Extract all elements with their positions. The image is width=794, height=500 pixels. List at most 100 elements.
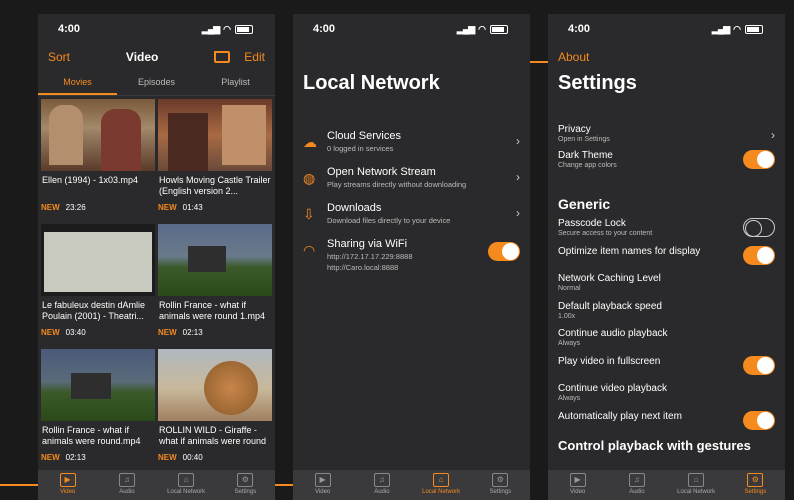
open-network-stream-row[interactable]: ◍ Open Network Stream Play streams direc… xyxy=(293,166,530,202)
new-badge: NEW xyxy=(158,328,177,337)
settings-row[interactable]: Continue audio playback Always xyxy=(548,328,785,356)
video-grid: Ellen (1994) - 1x03.mp4 NEW 23:26 Howls M… xyxy=(38,99,275,474)
gear-icon: ⚙ xyxy=(237,473,254,487)
tab-video[interactable]: ▶ Video xyxy=(38,470,97,500)
tab-audio[interactable]: ♫ Audio xyxy=(607,470,666,500)
edit-button[interactable]: Edit xyxy=(244,50,265,64)
settings-row[interactable]: Automatically play next item xyxy=(548,410,785,439)
row-title: Downloads xyxy=(327,202,382,214)
tab-playlist[interactable]: Playlist xyxy=(196,70,275,95)
tab-local-network[interactable]: ⌂ Local Network xyxy=(667,470,726,500)
sharing-wifi-row: ◠ Sharing via WiFi http://172.17.17.229:… xyxy=(293,238,530,282)
row-title: Continue audio playback xyxy=(558,328,668,339)
status-time: 4:00 xyxy=(313,23,336,35)
tab-label: Video xyxy=(570,489,586,495)
settings-row[interactable]: Continue video playback Always xyxy=(548,383,785,411)
row-subtitle: Secure access to your content xyxy=(558,230,653,237)
video-navbar: Sort Video Edit xyxy=(38,44,275,70)
video-title: Howls Moving Castle Trailer (English ver… xyxy=(159,175,271,196)
house-icon: ⌂ xyxy=(178,473,195,487)
page-title: Local Network xyxy=(303,72,440,94)
video-item[interactable]: Rollin France - what if animals were rou… xyxy=(41,349,155,474)
tab-movies[interactable]: Movies xyxy=(38,70,117,95)
new-badge: NEW xyxy=(41,203,60,212)
video-item[interactable]: Rollin France - what if animals were rou… xyxy=(158,224,272,349)
battery-icon xyxy=(490,24,508,34)
sort-button[interactable]: Sort xyxy=(48,50,70,64)
downloads-row[interactable]: ⇩ Downloads Download files directly to y… xyxy=(293,202,530,238)
signal-icon: ▂▄▆ xyxy=(456,23,475,34)
settings-row[interactable]: Default playback speed 1.00x xyxy=(548,301,785,329)
tab-audio[interactable]: ♫ Audio xyxy=(97,470,156,500)
battery-icon xyxy=(745,24,763,34)
tab-bar: ▶ Video ♫ Audio ⌂ Local Network ⚙ Settings xyxy=(38,470,275,500)
section-cutoff: Control playback with gestures xyxy=(558,438,751,453)
setting-toggle[interactable] xyxy=(743,218,775,237)
video-thumbnail xyxy=(41,349,155,421)
video-item[interactable]: Ellen (1994) - 1x03.mp4 NEW 23:26 xyxy=(41,99,155,224)
page-title: Video xyxy=(125,50,159,64)
chevron-right-icon: › xyxy=(516,206,520,220)
chevron-right-icon: › xyxy=(516,134,520,148)
video-thumbnail xyxy=(158,349,272,421)
dark-theme-toggle[interactable] xyxy=(743,150,775,169)
tab-settings[interactable]: ⚙ Settings xyxy=(216,470,275,500)
sharing-toggle[interactable] xyxy=(488,242,520,261)
signal-icon: ▂▄▆ xyxy=(711,23,730,34)
about-button[interactable]: About xyxy=(548,44,785,66)
gear-icon: ⚙ xyxy=(492,473,509,487)
setting-toggle[interactable] xyxy=(743,410,775,430)
cast-icon[interactable] xyxy=(214,51,231,63)
video-title: Rollin France - what if animals were rou… xyxy=(159,300,266,321)
row-subtitle: Always xyxy=(558,395,581,402)
tab-label: Audio xyxy=(374,489,390,495)
video-title: Ellen (1994) - 1x03.mp4 xyxy=(42,175,139,185)
row-subtitle: Change app colors xyxy=(558,162,617,169)
video-item[interactable]: Howls Moving Castle Trailer (English ver… xyxy=(158,99,272,224)
signal-icon: ▂▄▆ xyxy=(201,23,220,34)
tab-bar: ▶ Video ♫ Audio ⌂ Local Network ⚙ Settings xyxy=(293,470,530,500)
row-subtitle: Always xyxy=(558,340,581,347)
video-duration: 23:26 xyxy=(65,203,86,212)
tab-settings[interactable]: ⚙ Settings xyxy=(726,470,785,500)
wifi-icon: ◠ xyxy=(478,23,486,34)
tab-label: Settings xyxy=(234,489,257,495)
tab-label: Local Network xyxy=(677,489,716,495)
row-subtitle: Play streams directly without downloadin… xyxy=(327,180,467,189)
cloud-services-row[interactable]: ☁ Cloud Services 0 logged in services › xyxy=(293,130,530,166)
privacy-row[interactable]: Privacy Open in Settings › xyxy=(548,124,785,150)
tab-local-network[interactable]: ⌂ Local Network xyxy=(412,470,471,500)
sharing-url: http://Caro.local:8888 xyxy=(327,263,399,272)
video-title: ROLLIN WILD - Giraffe - what if animals … xyxy=(159,425,267,446)
tab-audio[interactable]: ♫ Audio xyxy=(352,470,411,500)
video-thumbnail xyxy=(158,224,272,296)
settings-row[interactable]: Network Caching Level Normal xyxy=(548,273,785,301)
new-badge: NEW xyxy=(41,453,60,462)
setting-toggle[interactable] xyxy=(743,245,775,265)
tab-episodes[interactable]: Episodes xyxy=(117,70,196,95)
settings-row[interactable]: Play video in fullscreen xyxy=(548,355,785,384)
status-bar: 4:00 ▂▄▆ ◠ xyxy=(38,14,275,44)
video-item[interactable]: ROLLIN WILD - Giraffe - what if animals … xyxy=(158,349,272,474)
row-title: Cloud Services xyxy=(327,130,401,142)
music-icon: ♫ xyxy=(118,473,135,487)
setting-toggle[interactable] xyxy=(743,355,775,375)
connector-line xyxy=(529,61,548,63)
tab-local-network[interactable]: ⌂ Local Network xyxy=(157,470,216,500)
settings-row[interactable]: Optimize item names for display xyxy=(548,245,785,274)
tab-label: Video xyxy=(315,489,331,495)
settings-row[interactable]: Passcode Lock Secure access to your conte… xyxy=(548,218,785,246)
tab-video[interactable]: ▶ Video xyxy=(548,470,607,500)
video-duration: 01:43 xyxy=(182,203,203,212)
music-icon: ♫ xyxy=(628,473,645,487)
status-time: 4:00 xyxy=(568,23,591,35)
download-icon: ⇩ xyxy=(303,206,315,222)
status-bar: 4:00 ▂▄▆ ◠ xyxy=(293,14,530,44)
new-badge: NEW xyxy=(158,203,177,212)
row-title: Privacy xyxy=(558,124,591,135)
video-item[interactable]: Le fabuleux destin dAmlie Poulain (2001)… xyxy=(41,224,155,349)
tab-settings[interactable]: ⚙ Settings xyxy=(471,470,530,500)
video-icon: ▶ xyxy=(314,473,331,487)
tab-video[interactable]: ▶ Video xyxy=(293,470,352,500)
video-duration: 02:13 xyxy=(182,328,203,337)
